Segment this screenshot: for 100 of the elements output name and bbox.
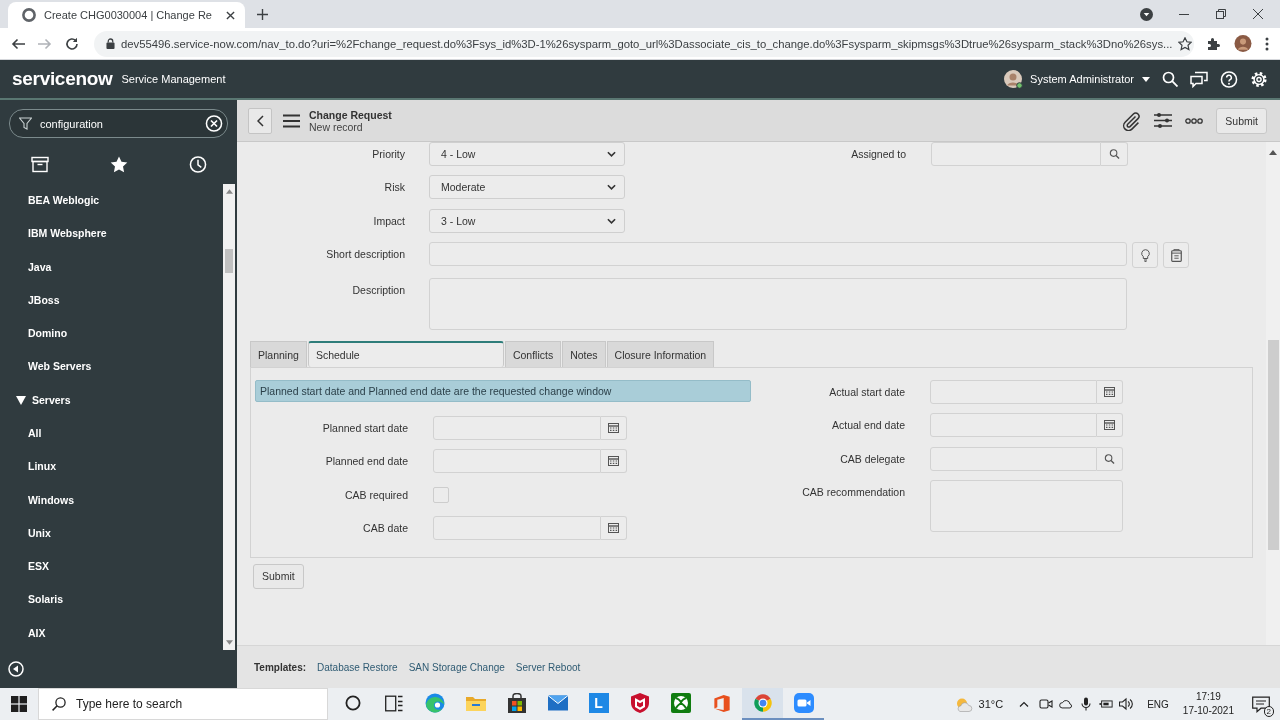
search-icon[interactable] <box>1162 71 1178 87</box>
input-field[interactable] <box>930 379 1097 404</box>
textarea-field[interactable] <box>930 480 1123 533</box>
filter-field[interactable]: configuration <box>9 109 228 138</box>
input-field[interactable] <box>433 415 601 440</box>
down-caret-circle-icon[interactable] <box>1140 7 1153 21</box>
scrollbar-thumb[interactable] <box>225 249 233 273</box>
template-link[interactable]: SAN Storage Change <box>408 661 505 673</box>
nav-item[interactable]: Linux <box>28 450 56 484</box>
back-button[interactable] <box>248 107 272 134</box>
nav-item[interactable]: IBM Websphere <box>28 217 107 251</box>
maximize-icon[interactable] <box>1215 9 1226 19</box>
form-tab[interactable]: Planning <box>250 340 307 367</box>
settings-icon[interactable] <box>1250 70 1268 88</box>
nav-item[interactable]: ESX <box>28 550 49 584</box>
form-tab[interactable]: Schedule <box>307 340 504 367</box>
template-link[interactable]: Database Restore <box>317 661 398 673</box>
template-link[interactable]: Server Reboot <box>515 661 581 673</box>
checkbox[interactable] <box>433 486 449 503</box>
form-tab[interactable]: Notes <box>562 340 606 367</box>
nav-item[interactable]: JBoss <box>28 283 60 318</box>
nav-item[interactable]: Web Servers <box>28 350 92 384</box>
back-icon[interactable] <box>11 36 25 51</box>
input-field[interactable] <box>429 242 1127 267</box>
scroll-down-icon[interactable] <box>225 640 233 645</box>
chevron-up-icon[interactable] <box>1019 701 1030 707</box>
input-field[interactable] <box>931 142 1101 166</box>
notification-icon[interactable] <box>1252 695 1270 713</box>
input-field[interactable] <box>433 449 601 474</box>
meet-now-icon[interactable] <box>1039 697 1054 711</box>
nav-item[interactable]: Java <box>28 250 52 284</box>
scrollbar[interactable] <box>223 184 235 650</box>
input-field[interactable] <box>433 516 601 541</box>
archive-icon[interactable] <box>30 156 49 173</box>
nav-item[interactable]: All <box>28 416 42 451</box>
nav-group[interactable]: Servers <box>16 383 71 417</box>
address-bar[interactable]: dev55496.service-now.com/nav_to.do?uri=%2Fchange_request.do%3Fsys_id%3D-1%26sysparm_goto_url%3Dassociate_cis_to_change.do%3Fsysparm_skipmsgs%3Dtrue%26sysparm_stack%3Dno%26sys... <box>94 30 1194 57</box>
browser-tab[interactable]: Create CHG0030004 | Change Re <box>8 2 245 28</box>
select-field[interactable]: 4 - Low <box>429 142 625 166</box>
user-menu[interactable]: System Administrator <box>1030 73 1134 85</box>
select-field[interactable]: 3 - Low <box>429 208 625 233</box>
menu-icon[interactable] <box>283 113 300 128</box>
input-field[interactable] <box>930 446 1097 471</box>
star-icon[interactable] <box>109 156 128 173</box>
calendar-button[interactable] <box>1097 379 1123 404</box>
calendar-button[interactable] <box>601 449 627 474</box>
speaker-icon[interactable] <box>1119 697 1134 711</box>
nav-item[interactable]: Unix <box>28 516 51 551</box>
temperature[interactable]: 31°C <box>978 698 1004 710</box>
new-tab-icon[interactable] <box>256 7 268 21</box>
puzzle-icon[interactable] <box>1207 36 1221 51</box>
chat-icon[interactable] <box>1190 70 1208 88</box>
calendar-button[interactable] <box>601 415 627 440</box>
textarea-field[interactable] <box>429 277 1127 330</box>
input-field[interactable] <box>930 413 1097 438</box>
nav-item[interactable]: AIX <box>28 616 46 650</box>
suggestion-button[interactable] <box>1132 242 1158 269</box>
calendar-button[interactable] <box>601 516 627 541</box>
expand-triangle-icon[interactable] <box>16 395 26 405</box>
taskbar-button[interactable]: L <box>578 688 619 720</box>
close-icon[interactable] <box>225 10 235 20</box>
cloud-icon[interactable] <box>1059 697 1074 711</box>
menu-icon[interactable] <box>1265 36 1269 51</box>
scroll-up-icon[interactable] <box>225 189 233 194</box>
clear-icon[interactable] <box>205 115 223 132</box>
nav-item[interactable]: BEA Weblogic <box>28 184 100 218</box>
close-icon[interactable] <box>1252 9 1263 19</box>
bookmark-star-icon[interactable] <box>1178 36 1193 51</box>
form-tab[interactable]: Conflicts <box>504 340 562 367</box>
minimize-icon[interactable] <box>1178 13 1189 15</box>
caret-down-icon[interactable] <box>1142 76 1150 82</box>
scrollbar[interactable] <box>1266 142 1280 645</box>
reload-icon[interactable] <box>65 36 79 51</box>
nav-item[interactable]: Windows <box>28 483 74 517</box>
battery-icon[interactable] <box>1099 697 1114 711</box>
nav-item[interactable]: Solaris <box>28 583 64 617</box>
input-language[interactable]: ENG <box>1147 698 1169 710</box>
avatar-icon[interactable] <box>1234 35 1252 52</box>
paperclip-icon[interactable] <box>1121 110 1142 131</box>
logo[interactable]: servicenow <box>12 68 113 90</box>
calendar-button[interactable] <box>1097 413 1123 438</box>
collapse-icon[interactable] <box>8 661 24 677</box>
history-clock-icon[interactable] <box>188 156 207 173</box>
document-button[interactable] <box>1163 242 1189 269</box>
select-field[interactable]: Moderate <box>429 175 625 200</box>
nav-item[interactable]: Domino <box>28 317 68 351</box>
scroll-up-icon[interactable] <box>1269 150 1277 155</box>
lookup-button[interactable] <box>1101 142 1128 166</box>
form-tab[interactable]: Closure Information <box>606 340 715 367</box>
more-options-icon[interactable] <box>1185 117 1204 124</box>
search-field[interactable]: Type here to search <box>38 688 328 720</box>
submit-button[interactable]: Submit <box>1216 107 1267 134</box>
clock-time[interactable]: 17:19 <box>1195 690 1221 704</box>
sliders-icon[interactable] <box>1154 112 1173 129</box>
avatar-icon[interactable] <box>1003 69 1024 89</box>
submit-button[interactable]: Submit <box>253 563 304 589</box>
lookup-button[interactable] <box>1097 446 1123 471</box>
clock-date[interactable]: 17-10-2021 <box>1182 704 1234 718</box>
scrollbar-thumb[interactable] <box>1267 340 1279 550</box>
help-icon[interactable] <box>1220 70 1238 88</box>
